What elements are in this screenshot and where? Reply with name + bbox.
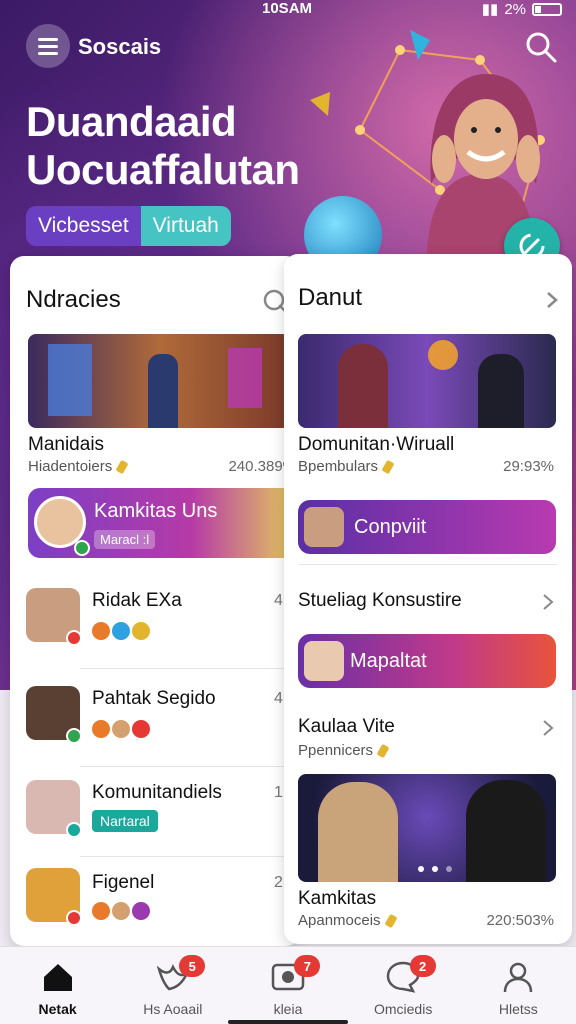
bottom-nav: Netak 5 Hs Aoaail 7 kleia 2 Omciedis Hle… <box>0 946 576 1024</box>
nav-home[interactable]: Netak <box>0 947 115 1024</box>
user-icon <box>504 962 533 993</box>
search-icon[interactable] <box>524 30 558 64</box>
reaction-icons <box>92 622 150 640</box>
nav-label: Hs Aoaail <box>143 1001 203 1017</box>
row-name: Pahtak Segido <box>92 688 216 709</box>
feature-sub: Hiadentoiers <box>28 458 129 475</box>
left-card: Ndracies Manidais Hiadentoiers 240.389% … <box>10 256 300 946</box>
banner-title: Conpviit <box>354 516 427 538</box>
row-name: Figenel <box>92 872 155 893</box>
nav-label: Omciedis <box>373 1001 433 1017</box>
row-name: Ridak EXa <box>92 590 182 611</box>
page-title: Duandaaid Uocuaffalutan <box>26 98 300 193</box>
home-icon <box>43 964 72 991</box>
status-badge <box>66 728 82 744</box>
list-item-title[interactable]: Stueliag Konsustire <box>298 590 462 612</box>
battery-icon <box>532 2 562 16</box>
nav-label: Netak <box>38 1001 77 1017</box>
reaction-icons <box>92 902 150 920</box>
banner-title: Kamkitas Uns <box>94 500 218 522</box>
notification-badge: 2 <box>409 955 436 977</box>
notification-badge: 7 <box>294 955 321 977</box>
list-item[interactable]: Ridak EXa 4:P <box>10 574 300 670</box>
conpviit-banner[interactable]: Conpviit <box>298 500 556 554</box>
feature-value: 220:503% <box>486 912 554 929</box>
signal-icon: ▮▮ <box>481 1 499 18</box>
segment-pills: Vicbesset Virtuah <box>26 206 231 246</box>
list-item[interactable]: Komunitandiels 1:P Nartaral <box>10 768 300 864</box>
feature-sub: Apanmoceis <box>298 912 398 929</box>
home-indicator <box>228 1020 348 1024</box>
status-bar: 10SAM ▮▮ 2% <box>0 0 576 18</box>
avatar <box>304 507 344 547</box>
feature-title: Manidais <box>28 434 105 455</box>
banner-chip: Maracl :l <box>94 530 156 549</box>
feature-value: 29:93% <box>503 458 554 475</box>
reaction-icons <box>92 720 150 738</box>
row-name: Komunitandiels <box>92 782 222 803</box>
nav-messages[interactable]: 2 Omciedis <box>346 947 461 1024</box>
chevron-right-icon[interactable] <box>544 292 560 308</box>
status-badge <box>66 630 82 646</box>
nav-media[interactable]: 7 kleia <box>230 947 345 1024</box>
nav-profile[interactable]: Hletss <box>461 947 576 1024</box>
app-brand: Soscais <box>78 34 162 59</box>
list-item[interactable]: Pahtak Segido 4:P <box>10 672 300 768</box>
menu-button[interactable] <box>26 24 70 68</box>
row-tag: Nartaral <box>92 810 158 832</box>
feature-sub: Bpembulars <box>298 458 395 475</box>
right-card-title: Danut <box>298 284 363 311</box>
feature-title: Domunitan·Wiruall <box>298 434 455 455</box>
kamkitas-banner[interactable]: Kamkitas Uns Maracl :l <box>28 488 300 558</box>
feature-thumbnail[interactable] <box>28 334 290 428</box>
feature-thumbnail[interactable] <box>298 334 556 428</box>
chevron-right-icon[interactable] <box>540 720 556 736</box>
online-badge <box>74 540 90 556</box>
list-item-title[interactable]: Kaulaa Vite <box>298 716 395 738</box>
notification-badge: 5 <box>179 955 206 977</box>
nav-label: kleia <box>273 1001 303 1017</box>
list-item[interactable]: Figenel 2:P <box>10 856 300 946</box>
nav-label: Hletss <box>498 1001 538 1017</box>
nav-feed[interactable]: 5 Hs Aoaail <box>115 947 230 1024</box>
chevron-right-icon[interactable] <box>540 594 556 610</box>
feature-title: Kamkitas <box>298 888 377 909</box>
avatar <box>304 641 344 681</box>
status-badge <box>66 822 82 838</box>
status-badge <box>66 910 82 926</box>
battery-level: 2% <box>504 0 526 18</box>
status-time: 10SAM <box>262 0 313 17</box>
feature-thumbnail[interactable] <box>298 774 556 882</box>
right-card: Danut Domunitan·Wiruall Bpembulars 29:93… <box>284 254 572 944</box>
left-card-title: Ndracies <box>26 286 121 313</box>
pill-vicbesset[interactable]: Vicbesset <box>26 206 141 246</box>
banner-title: Mapaltat <box>350 650 427 672</box>
list-item-sub: Ppennicers <box>298 742 390 759</box>
pill-virtuah[interactable]: Virtuah <box>140 206 231 246</box>
mapaltat-banner[interactable]: Mapaltat <box>298 634 556 688</box>
